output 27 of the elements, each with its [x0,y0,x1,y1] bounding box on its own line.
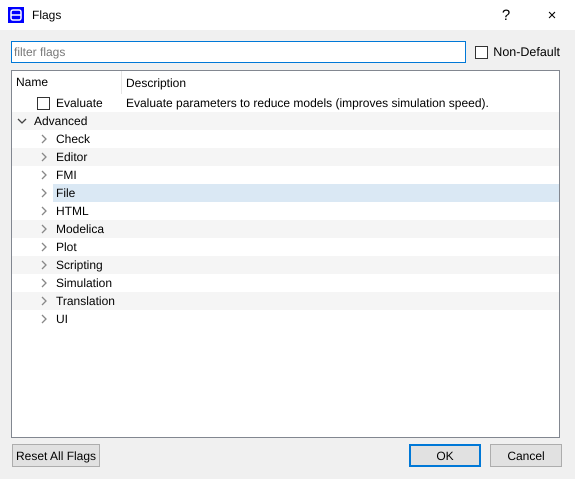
tree-item[interactable]: File [53,184,122,202]
flag-description: Evaluate parameters to reduce models (improves simulation speed). [125,95,489,112]
help-button[interactable]: ? [483,8,529,22]
cancel-button[interactable]: Cancel [490,444,562,467]
tree-item[interactable]: Scripting [53,256,106,274]
tree-item[interactable]: Simulation [53,274,116,292]
tree-item[interactable]: Evaluate [53,94,106,112]
ok-button[interactable]: OK [409,444,481,467]
close-button[interactable]: × [529,8,575,22]
tree-item[interactable]: Editor [53,148,90,166]
tree-item[interactable]: Check [53,130,94,148]
checkbox-label: Non-Default [493,44,560,61]
reset-all-flags-button[interactable]: Reset All Flags [12,444,100,467]
tree-item[interactable]: FMI [53,166,80,184]
filter-field[interactable]: filter flags [11,41,466,63]
window-title: Flags [32,7,62,24]
non-default-checkbox[interactable] [475,46,488,58]
app-icon [8,7,24,23]
tree-item[interactable]: Plot [53,238,80,256]
tree-item[interactable]: UI [53,310,71,328]
tree-item[interactable]: Modelica [53,220,108,238]
tree-item[interactable]: HTML [53,202,92,220]
tree-item[interactable]: Translation [53,292,118,310]
column-header[interactable]: Description [122,74,186,92]
tree-item[interactable]: Advanced [31,112,90,130]
flag-checkbox[interactable] [37,96,50,110]
column-header[interactable]: Name [12,71,122,94]
